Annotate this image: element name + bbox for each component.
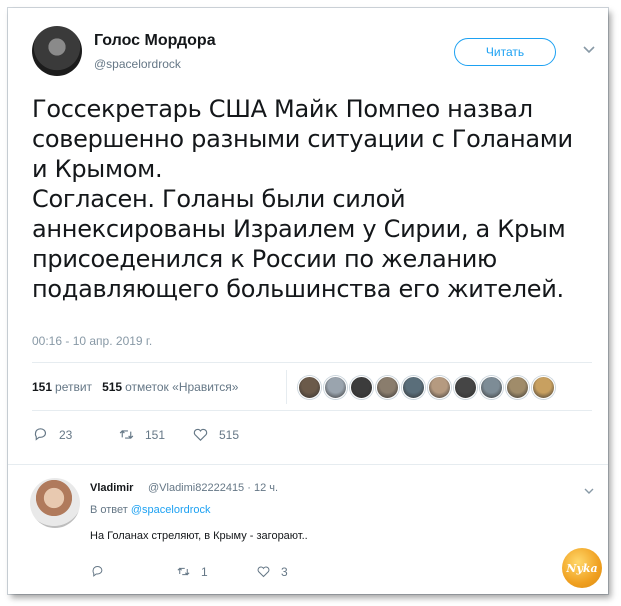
reply-like-count: 3: [281, 564, 288, 579]
stats-separator: [286, 370, 287, 404]
author-name[interactable]: Голос Мордора: [94, 32, 216, 50]
heart-icon: [193, 428, 208, 441]
watermark-logo: Nyka: [562, 548, 602, 588]
reply-action[interactable]: 23: [32, 426, 72, 443]
liker-avatar[interactable]: [428, 376, 451, 399]
retweet-count: 151: [145, 427, 166, 442]
likes-stat[interactable]: 515 отметок «Нравится»: [102, 380, 238, 394]
reply-author-handle[interactable]: @Vladimi82222415 · 12 ч.: [148, 482, 278, 494]
reply-retweet-action[interactable]: 1: [176, 564, 208, 579]
tweet-menu-chevron-down-icon[interactable]: [580, 40, 598, 58]
liker-avatar[interactable]: [506, 376, 529, 399]
tweet-text: Госсекретарь США Майк Помпео назвал сове…: [32, 95, 573, 303]
reply-reply-action[interactable]: [90, 564, 115, 579]
reply-retweet-count: 1: [201, 564, 208, 579]
follow-button[interactable]: Читать: [454, 38, 556, 66]
reply-to-handle-link[interactable]: @spacelordrock: [131, 504, 211, 516]
reply-author-avatar[interactable]: [30, 478, 80, 528]
author-avatar[interactable]: [32, 26, 82, 76]
reply-author-name[interactable]: Vladimir: [90, 482, 133, 494]
liker-avatar[interactable]: [350, 376, 373, 399]
retweet-action[interactable]: 151: [118, 426, 165, 443]
tweet-stats: 151 ретвит 515 отметок «Нравится»: [32, 380, 238, 394]
reply-menu-chevron-down-icon[interactable]: [582, 484, 596, 498]
author-handle[interactable]: @spacelordrock: [94, 57, 181, 71]
reply-to-line: В ответ @spacelordrock: [90, 504, 211, 516]
liker-avatar[interactable]: [532, 376, 555, 399]
liker-avatar[interactable]: [298, 376, 321, 399]
reply-like-action[interactable]: 3: [256, 564, 288, 579]
retweet-icon: [177, 567, 190, 576]
retweets-stat[interactable]: 151 ретвит: [32, 380, 92, 394]
like-action[interactable]: 515: [192, 426, 239, 443]
liker-avatar[interactable]: [454, 376, 477, 399]
divider: [8, 464, 608, 465]
divider: [32, 410, 592, 411]
reply-text: На Голанах стреляют, в Крыму - загорают.…: [90, 530, 308, 542]
like-count: 515: [219, 427, 240, 442]
tweet-card: Голос Мордора @spacelordrock Читать Госс…: [8, 8, 608, 594]
reply-count: 23: [59, 427, 73, 442]
liker-avatar[interactable]: [376, 376, 399, 399]
reply-icon: [92, 566, 103, 577]
liker-avatars: [298, 376, 555, 399]
divider: [32, 362, 592, 363]
liker-avatar[interactable]: [324, 376, 347, 399]
reply-icon: [34, 428, 46, 441]
liker-avatar[interactable]: [480, 376, 503, 399]
liker-avatar[interactable]: [402, 376, 425, 399]
heart-icon: [257, 566, 270, 578]
tweet-timestamp[interactable]: 00:16 - 10 апр. 2019 г.: [32, 334, 152, 348]
retweet-icon: [119, 430, 134, 439]
